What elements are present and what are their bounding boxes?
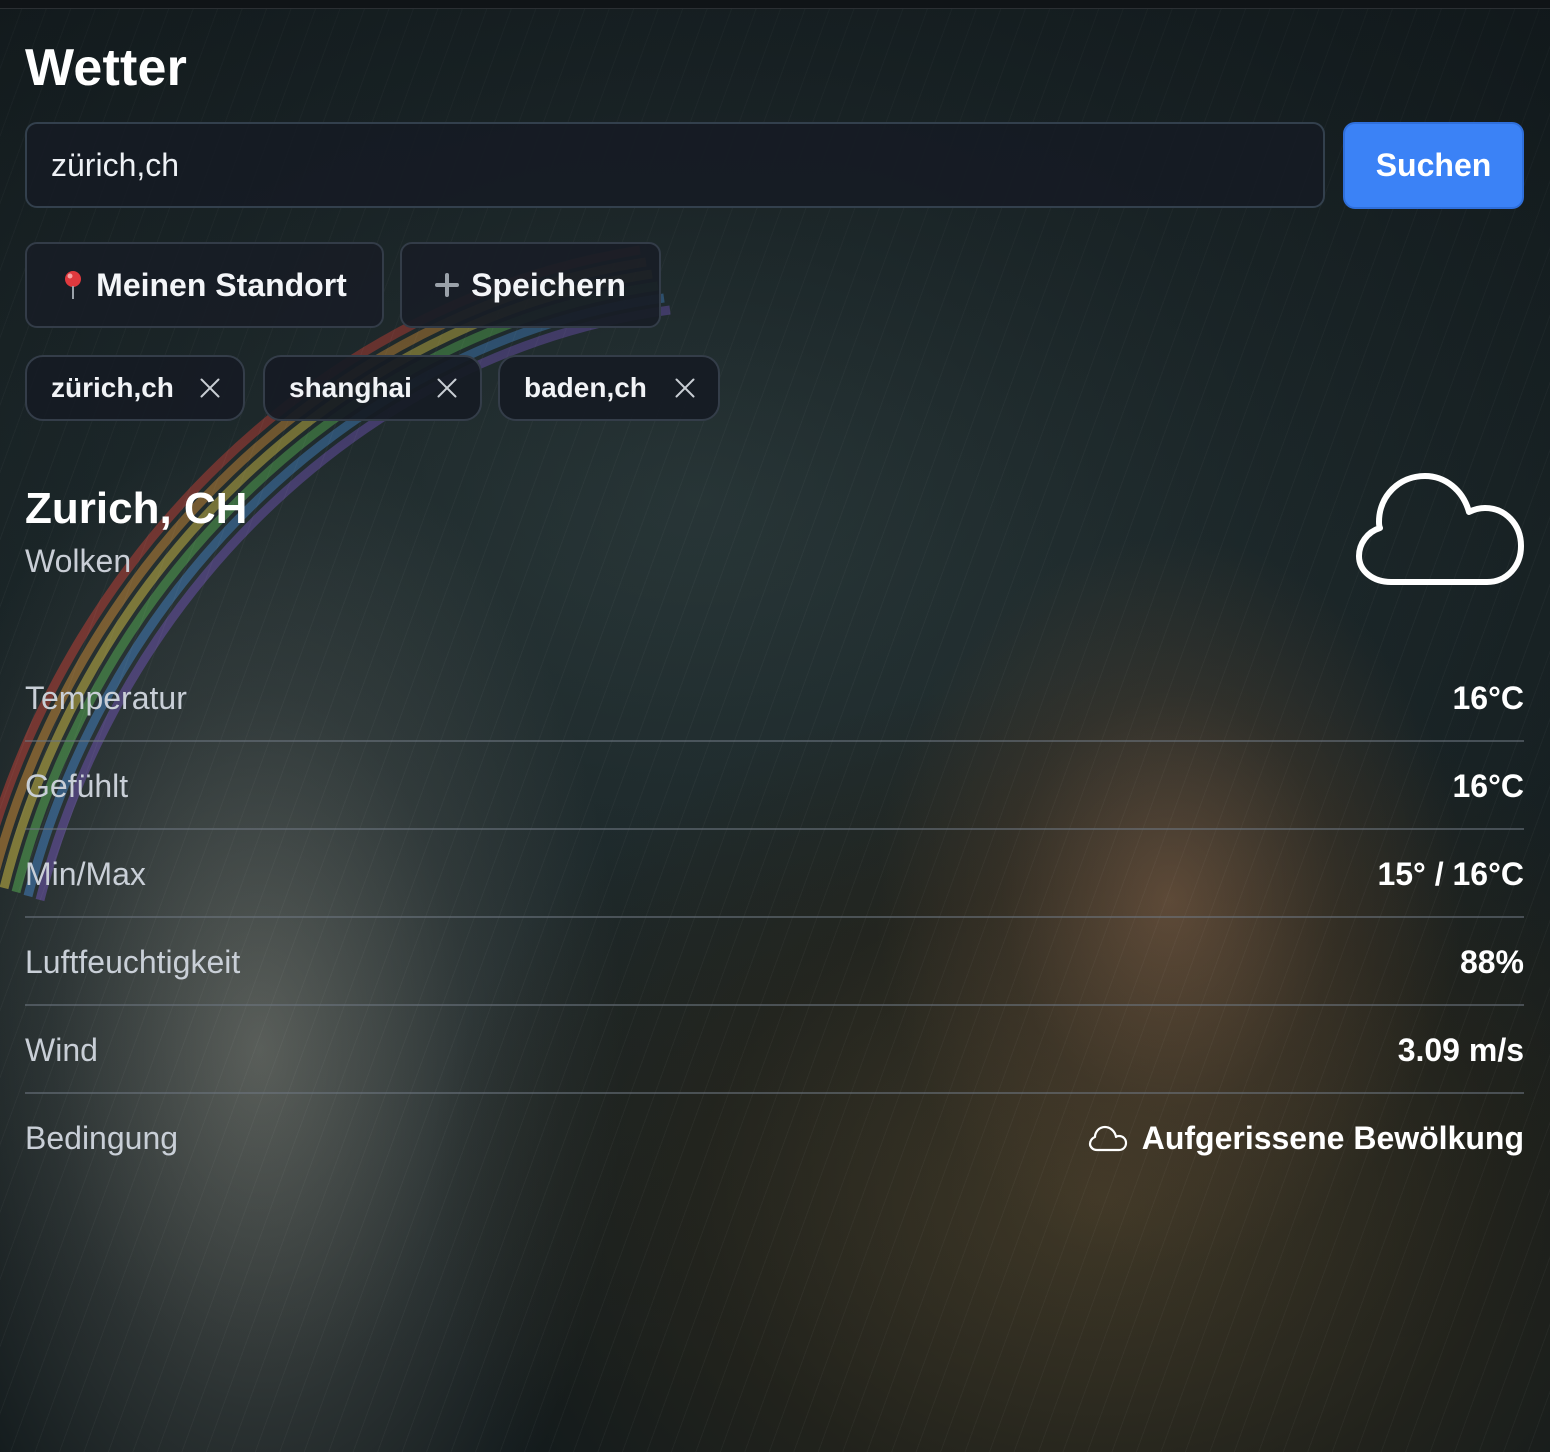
stat-row-condition: Bedingung Aufgerissene Bewölkung: [25, 1094, 1524, 1182]
save-location-button[interactable]: Speichern: [400, 242, 661, 328]
saved-location-label: zürich,ch: [51, 372, 174, 403]
stat-row-min-max: Min/Max 15° / 16°C: [25, 830, 1524, 918]
stat-value: 3.09 m/s: [1397, 1032, 1524, 1068]
close-icon[interactable]: [199, 377, 221, 399]
save-location-label: Speichern: [471, 266, 626, 303]
saved-location-label: baden,ch: [524, 372, 647, 403]
stat-label: Temperatur: [25, 680, 187, 716]
stat-value: 15° / 16°C: [1377, 856, 1524, 892]
pin-icon: [62, 270, 84, 300]
stat-row-wind: Wind 3.09 m/s: [25, 1006, 1524, 1094]
close-icon[interactable]: [436, 377, 458, 399]
search-button[interactable]: Suchen: [1343, 122, 1524, 209]
stat-label: Luftfeuchtigkeit: [25, 944, 241, 980]
stat-value: 88%: [1459, 944, 1524, 980]
close-icon[interactable]: [674, 377, 696, 399]
plus-icon: [435, 273, 460, 297]
stat-label: Bedingung: [25, 1120, 179, 1156]
app-title: Wetter: [25, 39, 188, 97]
search-input[interactable]: [25, 122, 1325, 208]
condition-text: Aufgerissene Bewölkung: [1141, 1120, 1524, 1156]
cloud-icon: [1356, 473, 1524, 585]
stat-row-humidity: Luftfeuchtigkeit 88%: [25, 918, 1524, 1006]
saved-location-chip[interactable]: shanghai: [263, 355, 482, 421]
stat-row-feels-like: Gefühlt 16°C: [25, 742, 1524, 830]
weather-summary: Wolken: [25, 543, 132, 579]
stat-label: Gefühlt: [25, 768, 129, 804]
stat-label: Min/Max: [25, 856, 146, 892]
window-top-border: [0, 0, 1550, 9]
saved-location-chip[interactable]: zürich,ch: [25, 355, 245, 421]
stat-label: Wind: [25, 1032, 98, 1068]
saved-location-label: shanghai: [289, 372, 412, 403]
location-title: Zurich, CH: [25, 484, 248, 533]
stat-row-temperature: Temperatur 16°C: [25, 654, 1524, 742]
stat-value: 16°C: [1452, 680, 1525, 716]
my-location-button[interactable]: Meinen Standort: [25, 242, 384, 328]
cloud-icon: [1088, 1125, 1127, 1151]
stat-value: 16°C: [1452, 768, 1525, 804]
search-bar: Suchen: [25, 122, 1524, 210]
my-location-label: Meinen Standort: [96, 266, 347, 303]
stat-value-condition: Aufgerissene Bewölkung: [1088, 1120, 1524, 1157]
saved-location-chip[interactable]: baden,ch: [498, 355, 720, 421]
weather-stats: Temperatur 16°C Gefühlt 16°C Min/Max 15°…: [25, 654, 1524, 1182]
